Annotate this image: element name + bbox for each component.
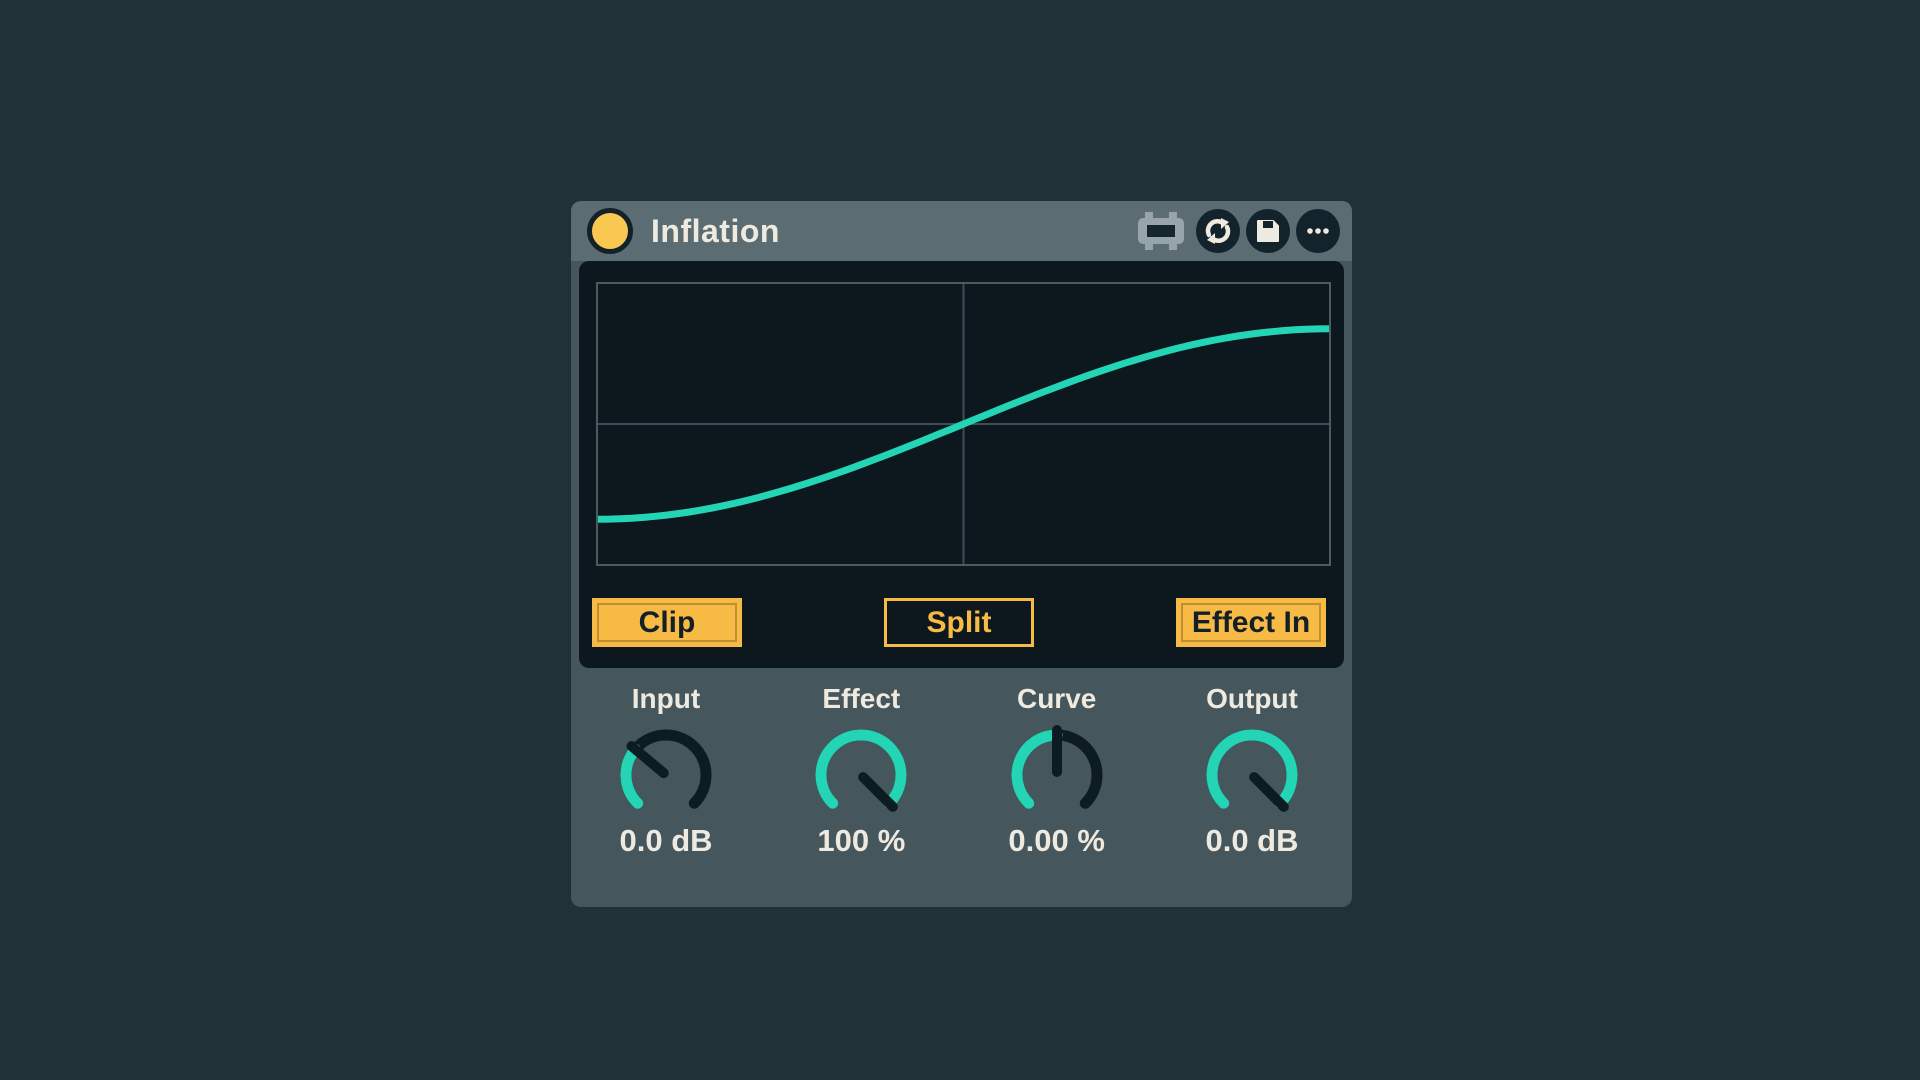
effect-knob-group: Effect 100 %	[786, 668, 936, 907]
input-knob[interactable]	[614, 721, 718, 821]
effect-in-button[interactable]: Effect In	[1176, 598, 1326, 647]
curve-knob-group: Curve 0.00 %	[982, 668, 1132, 907]
device-title-bar: Inflation	[571, 201, 1352, 261]
inflation-device: Inflation	[571, 201, 1352, 907]
output-knob-value[interactable]: 0.0 dB	[1205, 823, 1298, 859]
device-activator-toggle[interactable]	[587, 208, 633, 254]
device-title: Inflation	[651, 213, 1138, 250]
more-options-icon[interactable]	[1296, 209, 1340, 253]
hot-swap-icon[interactable]	[1196, 209, 1240, 253]
save-preset-icon[interactable]	[1246, 209, 1290, 253]
effect-knob-label: Effect	[822, 684, 900, 715]
knob-controls-section: Input 0.0 dB Effect 100 % Curve 0.00 % O…	[571, 668, 1352, 907]
desktop-background: Inflation	[0, 0, 1920, 1080]
output-knob-group: Output 0.0 dB	[1177, 668, 1327, 907]
transfer-curve-display	[596, 282, 1331, 566]
output-knob-label: Output	[1206, 684, 1298, 715]
split-button[interactable]: Split	[884, 598, 1034, 647]
output-knob[interactable]	[1200, 721, 1304, 821]
max-device-icon	[1138, 212, 1184, 250]
curve-knob-label: Curve	[1017, 684, 1096, 715]
effect-knob[interactable]	[809, 721, 913, 821]
mode-button-row: Clip Split Effect In	[592, 598, 1326, 647]
input-knob-group: Input 0.0 dB	[591, 668, 741, 907]
display-panel: Clip Split Effect In	[579, 261, 1344, 668]
input-knob-label: Input	[632, 684, 700, 715]
input-knob-value[interactable]: 0.0 dB	[619, 823, 712, 859]
curve-knob-value[interactable]: 0.00 %	[1008, 823, 1105, 859]
effect-knob-value[interactable]: 100 %	[817, 823, 905, 859]
curve-knob[interactable]	[1005, 721, 1109, 821]
titlebar-icon-row	[1138, 209, 1340, 253]
clip-button[interactable]: Clip	[592, 598, 742, 647]
